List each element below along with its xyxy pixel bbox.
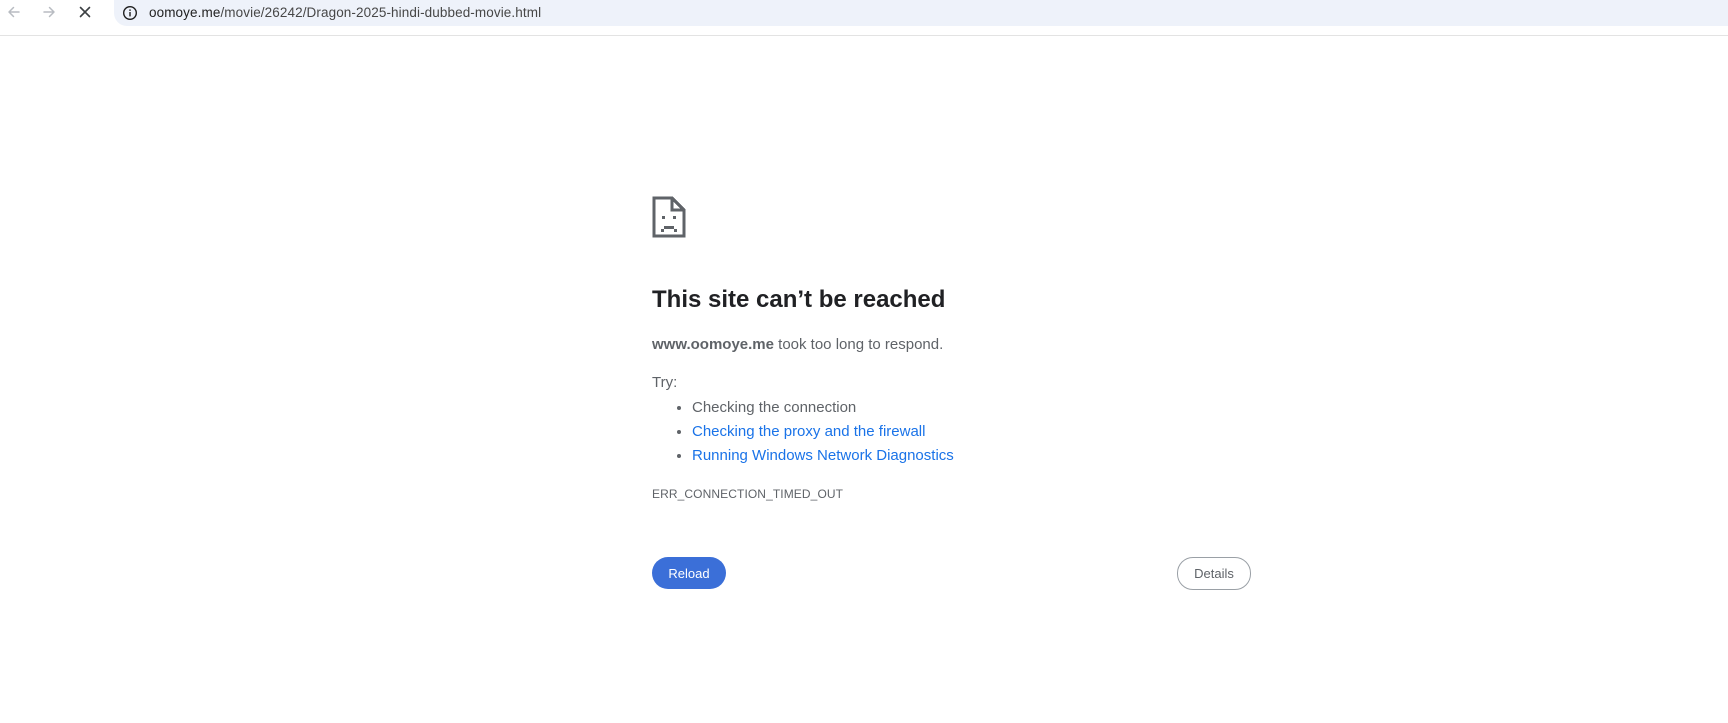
- page-title: This site can’t be reached: [652, 286, 946, 313]
- close-icon: [79, 6, 91, 18]
- error-code: ERR_CONNECTION_TIMED_OUT: [652, 487, 844, 501]
- suggestion-item: Checking the connection: [692, 396, 954, 420]
- suggestion-network-diagnostics-link[interactable]: Running Windows Network Diagnostics: [692, 447, 954, 464]
- sad-document-icon: [652, 196, 686, 238]
- url-host: oomoye.me: [149, 5, 221, 20]
- address-bar[interactable]: oomoye.me/movie/26242/Dragon-2025-hindi-…: [114, 0, 1728, 26]
- error-host: www.oomoye.me: [652, 336, 774, 353]
- back-button[interactable]: [0, 0, 28, 24]
- suggestion-item: Running Windows Network Diagnostics: [692, 444, 954, 468]
- url-text[interactable]: oomoye.me/movie/26242/Dragon-2025-hindi-…: [149, 4, 541, 21]
- suggestion-check-connection: Checking the connection: [692, 399, 857, 416]
- stop-loading-button[interactable]: [71, 0, 99, 24]
- arrow-left-icon: [8, 6, 20, 18]
- info-icon[interactable]: [122, 5, 138, 21]
- suggestion-proxy-firewall-link[interactable]: Checking the proxy and the firewall: [692, 423, 925, 440]
- try-label: Try:: [652, 374, 678, 391]
- forward-button[interactable]: [35, 0, 63, 24]
- details-button[interactable]: Details: [1177, 557, 1251, 590]
- suggestions-list: Checking the connection Checking the pro…: [652, 396, 954, 468]
- suggestion-item: Checking the proxy and the firewall: [692, 420, 954, 444]
- reload-button[interactable]: Reload: [652, 557, 726, 589]
- browser-toolbar: oomoye.me/movie/26242/Dragon-2025-hindi-…: [0, 0, 1728, 36]
- url-path: /movie/26242/Dragon-2025-hindi-dubbed-mo…: [220, 5, 542, 20]
- error-summary: www.oomoye.me took too long to respond.: [652, 336, 943, 353]
- error-summary-text: took too long to respond.: [773, 336, 944, 353]
- arrow-right-icon: [43, 6, 55, 18]
